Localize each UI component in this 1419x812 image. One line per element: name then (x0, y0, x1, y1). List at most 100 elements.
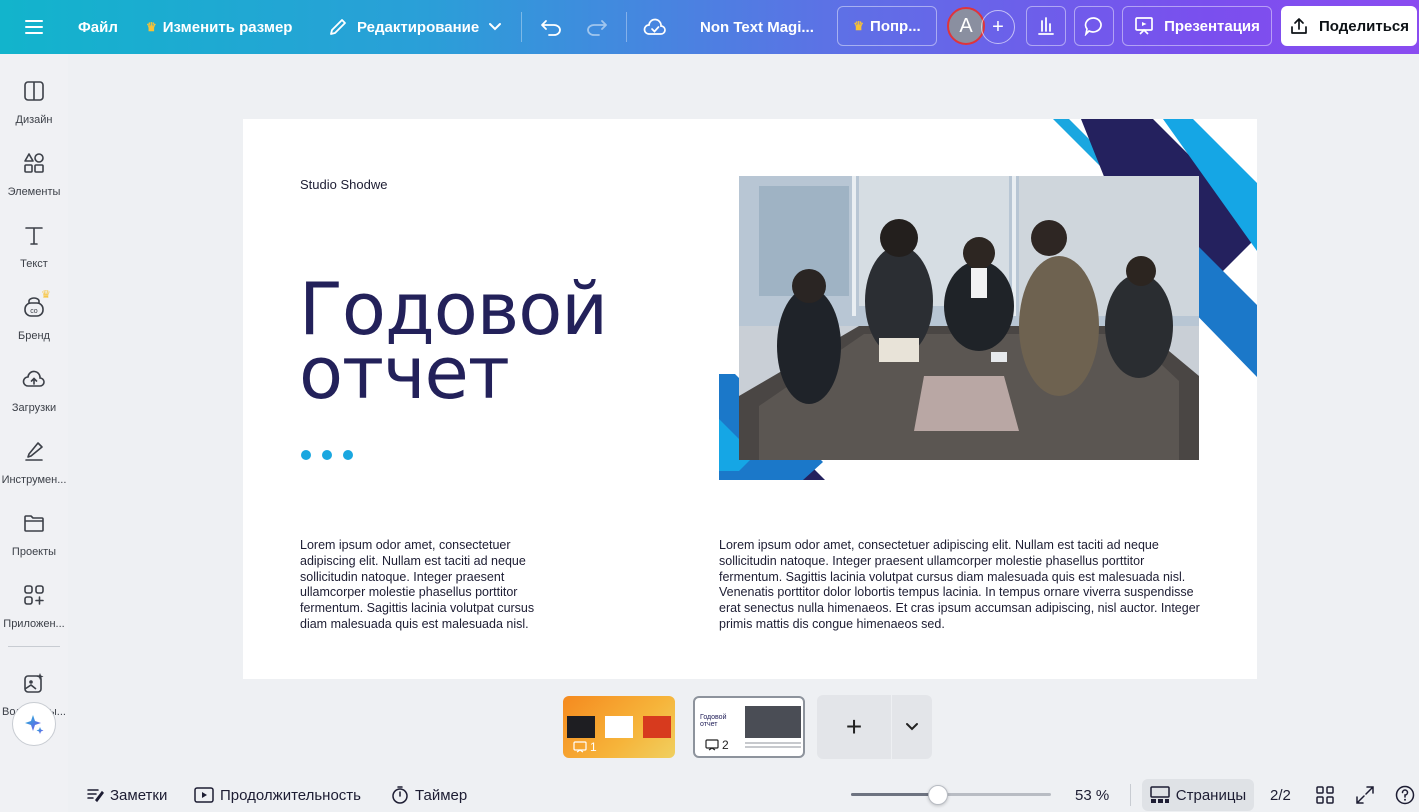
presentation-notes-icon (705, 739, 719, 751)
shapes-icon (24, 153, 44, 173)
pages-view-button[interactable]: Страницы (1142, 779, 1254, 811)
thumb2-title: Годовой отчет (700, 714, 727, 728)
apps-icon (24, 585, 44, 605)
insights-button[interactable] (1026, 6, 1066, 46)
file-label: Файл (78, 18, 118, 36)
present-button[interactable]: Презентация (1122, 6, 1272, 46)
bar-chart-icon (1038, 17, 1054, 35)
thumb2-text-line (745, 746, 801, 748)
magic-assistant-button[interactable] (12, 702, 56, 746)
sidebar-item-label: Дизайн (15, 114, 53, 126)
sidebar-item-elements[interactable]: Элементы (0, 150, 68, 214)
avatar-letter: A (959, 14, 973, 37)
zoom-slider[interactable] (851, 793, 1051, 796)
sidebar-item-label: Приложен... (3, 618, 65, 630)
crown-icon: ♛ (146, 20, 157, 34)
crown-icon: ♛ (853, 19, 865, 33)
folder-icon (24, 515, 44, 532)
grid-icon (1316, 786, 1334, 804)
sidebar-item-label: Текст (20, 258, 48, 270)
comment-icon (1084, 17, 1102, 36)
edit-mode-dropdown[interactable]: Редактирование (328, 0, 502, 54)
redo-icon (587, 20, 607, 36)
grid-view-button[interactable] (1316, 780, 1340, 810)
expand-icon (1356, 786, 1374, 804)
sidebar-item-label: Загрузки (11, 402, 57, 414)
edit-label: Редактирование (357, 18, 480, 36)
thumb2-text-line (745, 742, 801, 744)
crown-icon: ♛ (41, 289, 51, 301)
cloud-upload-icon (22, 370, 45, 387)
save-status-button[interactable] (643, 0, 667, 54)
timer-label: Таймер (415, 786, 468, 804)
chevron-down-icon (906, 723, 918, 731)
menu-button[interactable] (24, 0, 44, 54)
presentation-icon (1135, 17, 1153, 35)
thumb2-photo (745, 706, 801, 738)
sidebar-item-tools[interactable]: Инструмен... (0, 438, 68, 502)
thumb1-block-red (643, 716, 671, 738)
help-icon (1395, 785, 1415, 805)
sidebar-item-brand[interactable]: co ♛ Бренд (0, 289, 68, 358)
try-pro-button[interactable]: ♛ Попр... (837, 6, 937, 46)
undo-button[interactable] (540, 0, 562, 54)
file-menu[interactable]: Файл (78, 0, 118, 54)
play-box-icon (194, 787, 214, 803)
duration-label: Продолжительность (220, 786, 361, 804)
thumb-number: 2 (705, 738, 729, 752)
left-sidebar: Дизайн Элементы Текст co ♛ Бренд Загрузк… (0, 54, 68, 812)
toolbar-divider (521, 12, 522, 42)
team-meeting-photo[interactable] (739, 176, 1199, 460)
help-button[interactable] (1395, 780, 1419, 810)
notes-button[interactable]: Заметки (86, 780, 167, 810)
notes-label: Заметки (110, 786, 168, 804)
redo-button[interactable] (586, 0, 608, 54)
fullscreen-button[interactable] (1356, 780, 1380, 810)
zoom-value-text: 53 % (1075, 786, 1110, 804)
duration-button[interactable]: Продолжительность (194, 780, 361, 810)
add-collaborator-button[interactable]: + (981, 10, 1015, 44)
sidebar-item-text[interactable]: Текст (0, 222, 68, 286)
sidebar-divider (8, 646, 60, 647)
plus-icon: + (845, 711, 863, 742)
comments-button[interactable] (1074, 6, 1114, 46)
sidebar-item-label: Бренд (18, 330, 50, 342)
timer-button[interactable]: Таймер (391, 780, 467, 810)
toolbar-divider (626, 12, 627, 42)
pages-label: Страницы (1175, 786, 1247, 804)
add-page-button[interactable]: + (817, 695, 891, 759)
pages-icon (1150, 786, 1170, 803)
page-thumbnail-2[interactable]: Годовой отчет 2 (693, 696, 805, 758)
text-icon (25, 227, 43, 245)
sidebar-item-uploads[interactable]: Загрузки (0, 366, 68, 430)
layout-icon (24, 81, 44, 101)
slide-canvas[interactable]: Studio Shodwe Годовой отчет Lorem ipsum … (243, 119, 1257, 679)
resize-button[interactable]: ♛ Изменить размер (146, 0, 292, 54)
sidebar-item-apps[interactable]: Приложен... (0, 582, 68, 646)
page-thumbnail-1[interactable]: 1 (563, 696, 675, 758)
bottom-divider (1130, 784, 1131, 806)
page-count-text: 2/2 (1270, 786, 1291, 804)
magic-media-icon (24, 673, 44, 693)
zoom-slider-fill (851, 793, 938, 796)
share-button[interactable]: Поделиться (1281, 6, 1417, 46)
sidebar-item-label: Элементы (7, 186, 61, 198)
zoom-slider-handle[interactable] (928, 785, 948, 805)
avatar[interactable]: A (947, 7, 985, 45)
presentation-notes-icon (573, 741, 587, 753)
svg-text:co: co (30, 308, 38, 315)
cloud-check-icon (643, 18, 666, 35)
zoom-value[interactable]: 53 % (1075, 780, 1109, 810)
hamburger-icon (25, 20, 43, 34)
stopwatch-icon (392, 786, 408, 804)
sparkle-icon (25, 715, 44, 734)
sidebar-item-design[interactable]: Дизайн (0, 78, 68, 142)
add-page-options-button[interactable] (892, 695, 932, 759)
plus-icon: + (992, 15, 1004, 38)
page-counter[interactable]: 2/2 (1270, 780, 1291, 810)
sidebar-item-projects[interactable]: Проекты (0, 510, 68, 574)
share-label: Поделиться (1318, 17, 1410, 35)
document-title[interactable]: Non Text Magi... (700, 0, 814, 54)
upload-icon (1291, 18, 1307, 34)
document-title-text: Non Text Magi... (700, 18, 814, 36)
